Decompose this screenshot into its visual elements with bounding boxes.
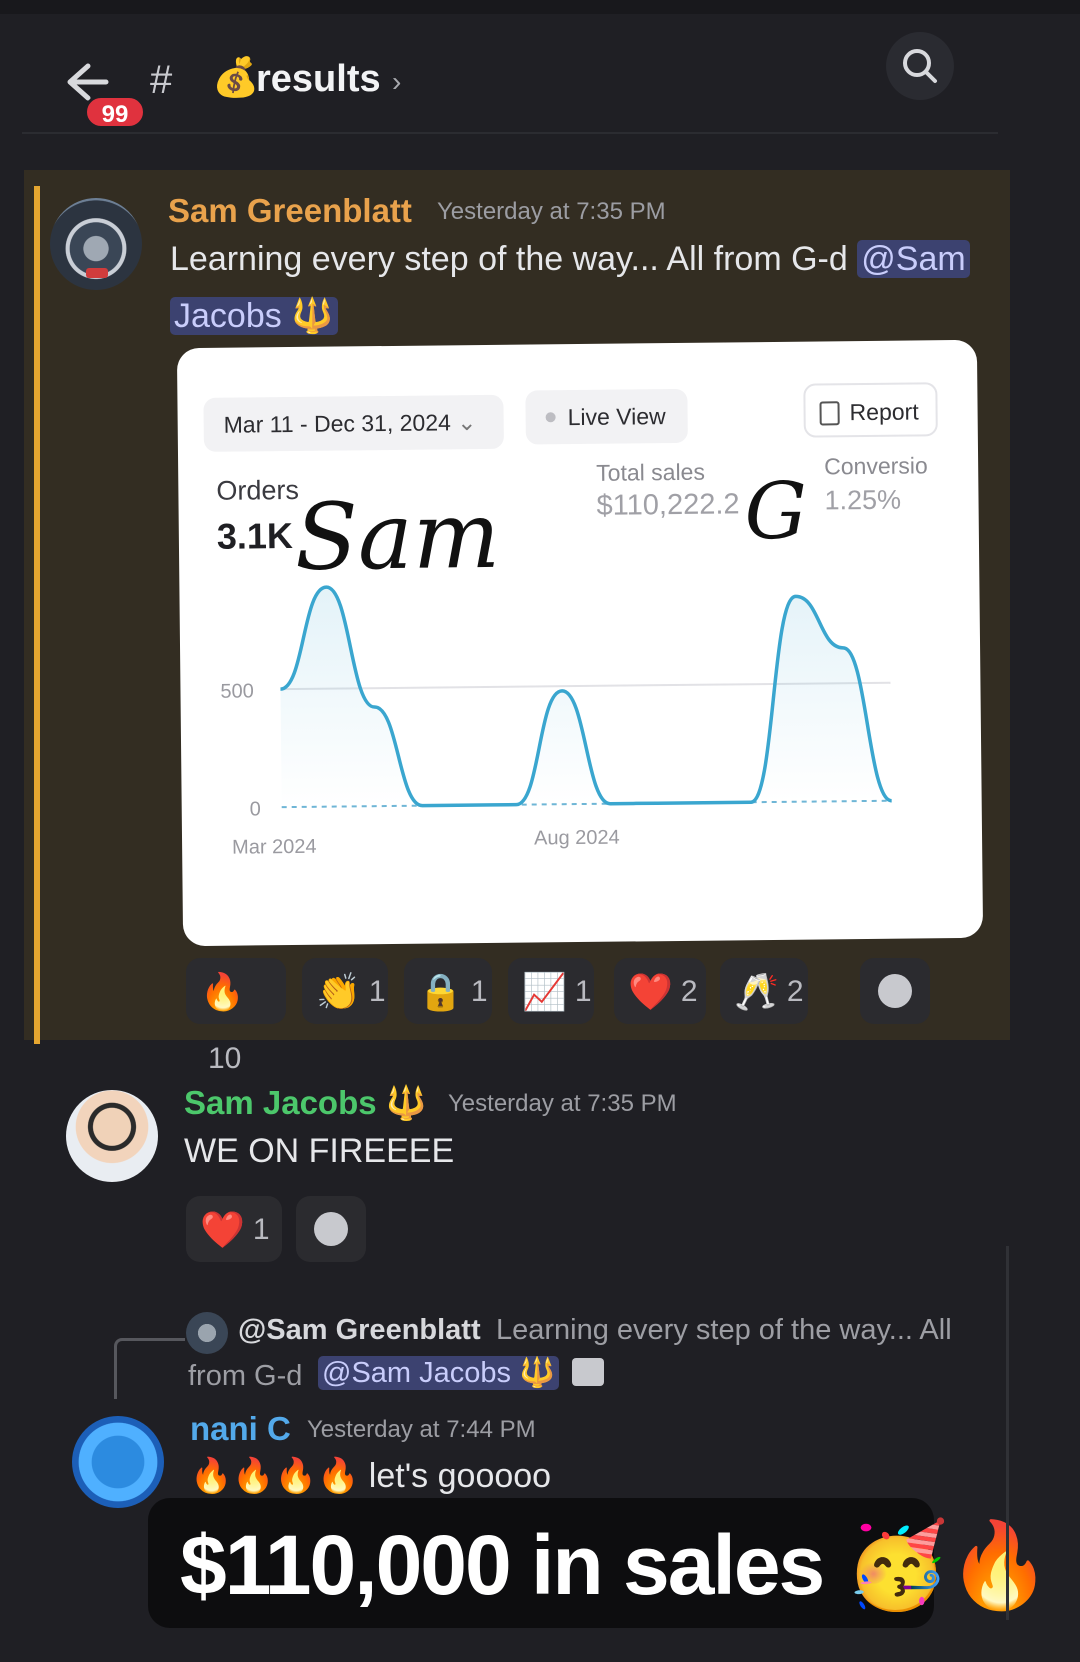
search-button[interactable] [886,32,954,100]
user-mention-continued[interactable]: Jacobs 🔱 [170,297,338,335]
fire-icon: 🔥 [200,971,245,1013]
message-text: 🔥🔥🔥🔥 let's gooooo [190,1457,552,1495]
reaction-count: 1 [252,1213,270,1247]
reaction-chip[interactable]: ❤️ 1 [186,1196,282,1262]
highlight-bar [34,186,40,1044]
heart-icon: ❤️ [200,1209,245,1251]
reaction-chip[interactable]: 🥂 2 [720,958,808,1024]
reaction-count: 1 [470,975,488,1009]
reaction-chip[interactable]: 🔥 10 [186,958,286,1075]
message-author[interactable]: nani C [190,1410,291,1448]
reaction-chip[interactable]: 👏 1 [302,958,388,1024]
image-icon [572,1358,604,1386]
reply-preview-continued[interactable]: from G-d [188,1360,302,1393]
reaction-chip[interactable]: ❤️ 2 [614,958,706,1024]
lock-icon: 🔒 [418,971,463,1013]
message-timestamp: Yesterday at 7:35 PM [448,1090,677,1117]
champagne-icon: 🥂 [734,971,779,1013]
channel-name[interactable]: results [256,58,381,101]
reaction-count: 2 [680,975,698,1009]
chevron-right-icon[interactable]: › [392,66,401,98]
message-timestamp: Yesterday at 7:35 PM [437,198,666,225]
video-caption: $110,000 in sales 🥳🔥 [148,1498,1052,1628]
image-attachment[interactable]: Mar 11 - Dec 31, 2024 ⌄ Live View Report… [176,339,984,947]
reaction-count: 10 [208,1042,242,1076]
message-text-line: Learning every step of the way... All fr… [170,240,848,278]
add-reaction-button[interactable] [296,1196,366,1262]
search-icon [903,49,937,83]
handwriting-g: G [744,467,807,558]
reply-avatar [186,1312,228,1354]
user-mention[interactable]: @Sam [857,240,970,278]
message-text: WE ON FIREEEE [184,1132,455,1170]
unread-badge: 99 [84,95,146,129]
heart-icon: ❤️ [628,971,673,1013]
reaction-chip[interactable]: 🔒 1 [404,958,492,1024]
moneybag-icon: 💰 [212,57,260,99]
avatar[interactable] [50,198,142,290]
reaction-count: 2 [786,975,804,1009]
reaction-chip[interactable]: 📈 1 [508,958,594,1024]
message-author[interactable]: Sam Greenblatt [168,192,412,230]
status-strip [0,0,1080,14]
reply-mention[interactable]: @Sam Jacobs 🔱 [318,1356,560,1390]
smile-icon [314,1212,348,1246]
reply-author[interactable]: @Sam Greenblatt [238,1314,481,1347]
chart-area [280,587,892,808]
y-tick-label: 500 [220,680,254,702]
header-divider [22,132,998,134]
reply-connector [114,1338,185,1399]
message-author[interactable]: Sam Jacobs 🔱 [184,1084,427,1123]
smile-icon [878,974,912,1008]
scrollbar[interactable] [1006,1246,1009,1620]
clap-icon: 👏 [316,971,361,1013]
add-reaction-button[interactable] [860,958,930,1024]
reaction-count: 1 [368,975,386,1009]
avatar[interactable] [66,1090,158,1182]
y-tick-label: 0 [250,798,261,820]
caption-text: $110,000 in sales 🥳🔥 [180,1518,1052,1612]
reply-preview[interactable]: Learning every step of the way... All [496,1314,952,1347]
chart-increasing-icon: 📈 [522,971,567,1013]
message-text: Learning every step of the way... All fr… [170,240,970,279]
x-tick-label: Mar 2024 [232,836,317,859]
message-text-continued: Jacobs 🔱 [170,296,338,336]
message-timestamp: Yesterday at 7:44 PM [307,1416,536,1443]
handwriting-sam: Sam [294,482,500,591]
x-tick-label: Aug 2024 [534,827,620,850]
avatar[interactable] [72,1416,164,1508]
orders-chart: 500 0 Mar 2024 Aug 2024 Sam G [220,467,893,859]
reaction-count: 1 [574,975,592,1009]
channel-hash-icon: # [150,58,173,102]
